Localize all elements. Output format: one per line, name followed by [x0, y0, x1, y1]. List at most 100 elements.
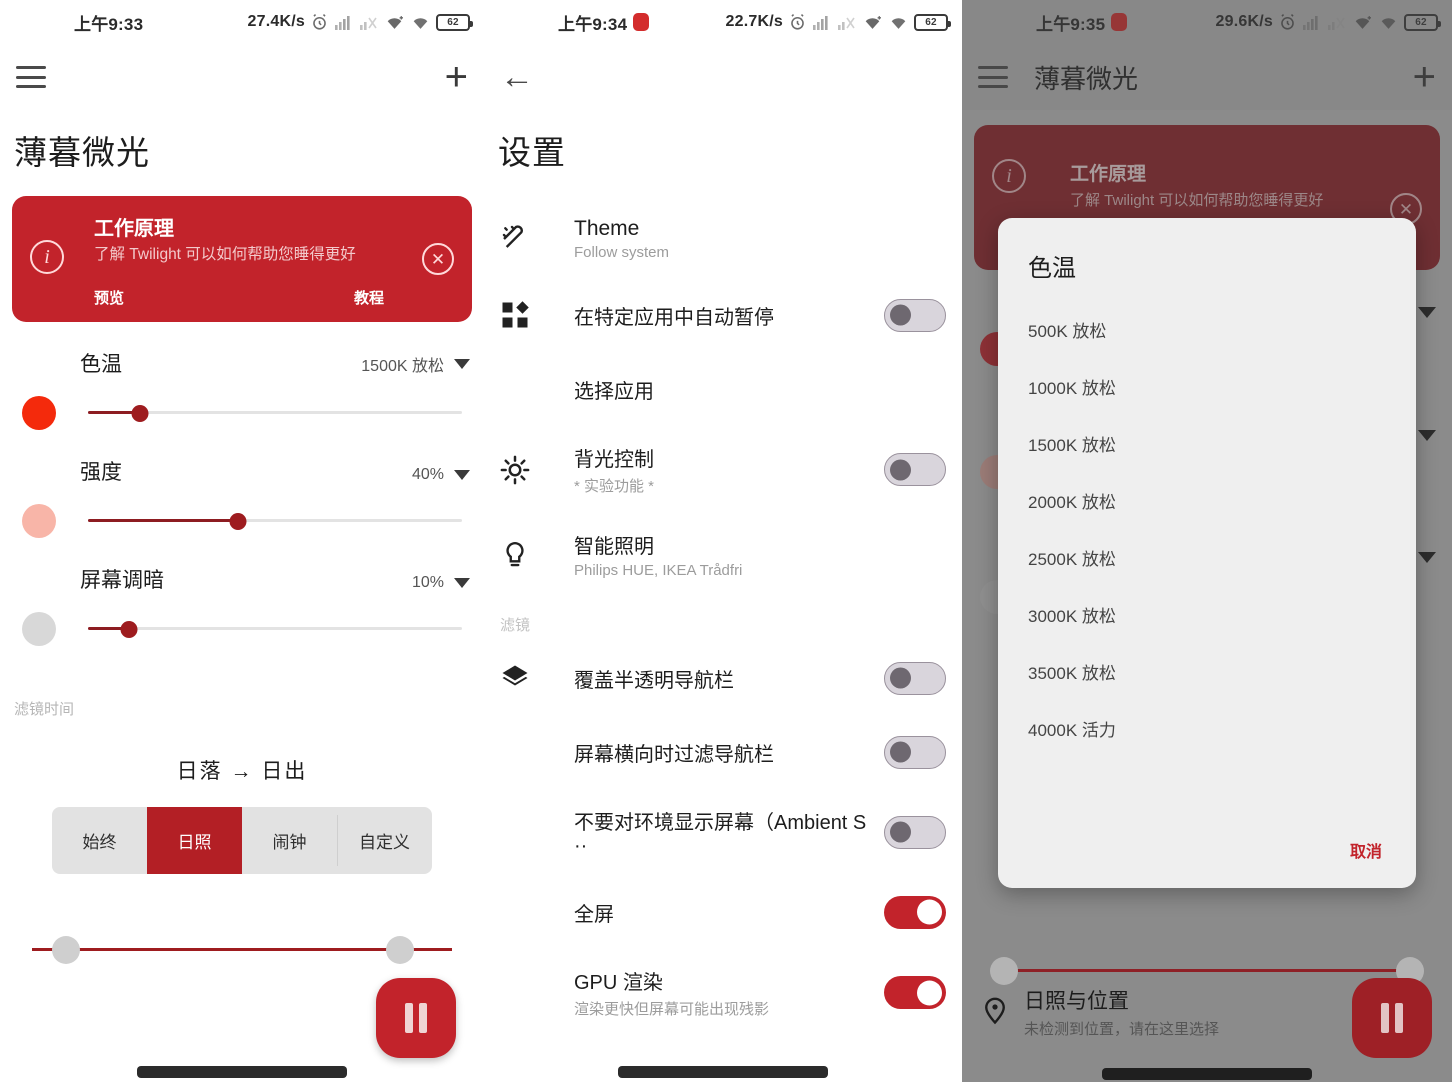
chevron-down-icon[interactable] — [454, 470, 470, 481]
slider-header: 屏幕调暗 10% — [14, 564, 470, 594]
sunlight-location-text: 日照与位置 未检测到位置，请在这里选择 — [1024, 985, 1219, 1039]
chevron-down-icon[interactable] — [454, 359, 470, 370]
network-speed: 27.4K/s — [247, 13, 305, 30]
settings-row-auto-pause[interactable]: 在特定应用中自动暂停 — [484, 278, 962, 352]
settings-row-select-apps[interactable]: 选择应用 — [484, 352, 962, 426]
toggle-fullscreen[interactable] — [884, 895, 946, 929]
status-bar: 上午9:34 22.7K/s 62 — [484, 0, 962, 44]
settings-row-subtitle: Follow system — [574, 244, 670, 261]
time-range-slider[interactable] — [14, 930, 470, 970]
app-bar: ← — [484, 44, 962, 110]
toggle-ambient-display[interactable] — [884, 815, 946, 849]
dialog-option-1000k[interactable]: 1000K 放松 — [998, 358, 1416, 415]
status-time: 上午9:34 — [558, 14, 628, 34]
status-time-group: 上午9:34 — [558, 10, 650, 35]
dialog-option-3000k[interactable]: 3000K 放松 — [998, 586, 1416, 643]
settings-list: Theme Follow system 在特定应用中自动暂停 选择应用 背光控制… — [484, 196, 962, 1036]
settings-row-fullscreen[interactable]: 全屏 — [484, 875, 962, 949]
slider-value-text: 40% — [411, 466, 444, 484]
three-panel-screenshot: 上午9:33 27.4K/s 62 + 薄暮微光 i 工作原理 了解 Twili… — [0, 0, 1452, 1082]
dialog-option-4000k[interactable]: 4000K 活力 — [998, 700, 1416, 757]
sunlight-location-subtitle: 未检测到位置，请在这里选择 — [1024, 1021, 1220, 1038]
slider-value[interactable]: 1500K 放松 — [361, 352, 470, 376]
settings-row-ambient-display[interactable]: 不要对环境显示屏幕（Ambient S ·· — [484, 789, 962, 875]
filter-mode-segments: 始终 日照 闹钟 自定义 — [52, 807, 432, 875]
status-icons: 27.4K/s 62 — [247, 13, 473, 32]
settings-row-title: 在特定应用中自动暂停 — [574, 306, 774, 329]
sunlight-location-title: 日照与位置 — [1024, 990, 1129, 1013]
slider-value[interactable]: 10% — [412, 574, 470, 592]
slider-value[interactable]: 40% — [412, 466, 470, 484]
status-bar: 上午9:33 27.4K/s 62 — [0, 0, 484, 44]
preview-button[interactable]: 预览 — [94, 287, 124, 308]
slider-thumb[interactable] — [120, 621, 138, 639]
settings-row-backlight-control[interactable]: 背光控制 * 实验功能 * — [484, 426, 962, 513]
page-title: 薄暮微光 — [14, 134, 150, 171]
slider-header: 色温 1500K 放松 — [14, 348, 470, 378]
settings-row-text: 智能照明 Philips HUE, IKEA Trådfri — [552, 530, 946, 579]
chevron-down-icon[interactable] — [454, 578, 470, 589]
segment-custom[interactable]: 自定义 — [337, 807, 432, 874]
slider-track[interactable] — [88, 507, 462, 535]
dialog-option-1500k[interactable]: 1500K 放松 — [998, 415, 1416, 472]
dialog-title: 色温 — [1028, 255, 1076, 282]
settings-row-smart-lighting[interactable]: 智能照明 Philips HUE, IKEA Trådfri — [484, 513, 962, 596]
toggle-overlay-navbar[interactable] — [884, 661, 946, 695]
pause-button[interactable] — [376, 978, 456, 1058]
slider-thumb[interactable] — [229, 513, 247, 531]
segment-alarm[interactable]: 闹钟 — [242, 807, 337, 874]
dialog-actions: 取消 — [998, 828, 1416, 888]
theme-icon — [500, 223, 552, 255]
range-knob-start[interactable] — [990, 957, 1018, 985]
plus-icon[interactable]: + — [445, 57, 468, 97]
settings-row-title: 不要对环境显示屏幕（Ambient S ·· — [574, 812, 867, 857]
info-card-subtitle: 了解 Twilight 可以如何帮助您睡得更好 — [94, 246, 356, 263]
settings-row-text: 背光控制 * 实验功能 * — [552, 443, 884, 496]
navigation-pill — [618, 1066, 828, 1078]
slider-row — [14, 612, 470, 647]
network-speed: 22.7K/s — [725, 13, 783, 30]
dialog-option-2500k[interactable]: 2500K 放松 — [998, 529, 1416, 586]
settings-row-title: 覆盖半透明导航栏 — [574, 669, 734, 692]
info-card[interactable]: i 工作原理 了解 Twilight 可以如何帮助您睡得更好 预览 教程 ✕ — [12, 196, 472, 323]
pause-button[interactable] — [1352, 978, 1432, 1058]
brightness-icon — [500, 455, 552, 485]
segment-always[interactable]: 始终 — [52, 807, 147, 874]
settings-row-landscape-filter[interactable]: 屏幕横向时过滤导航栏 — [484, 715, 962, 789]
segment-sunlight[interactable]: 日照 — [147, 807, 242, 875]
settings-row-title: 选择应用 — [574, 380, 654, 403]
track-background — [88, 627, 462, 631]
panel-settings: 上午9:34 22.7K/s 62 ← 设置 Theme Follow syst… — [484, 0, 962, 1082]
settings-row-text: 屏幕横向时过滤导航栏 — [552, 738, 884, 767]
apps-grid-icon — [500, 300, 552, 330]
dialog-option-3500k[interactable]: 3500K 放松 — [998, 643, 1416, 700]
info-card-body: 工作原理 了解 Twilight 可以如何帮助您睡得更好 预览 教程 — [78, 212, 454, 308]
dialog-option-2000k[interactable]: 2000K 放松 — [998, 472, 1416, 529]
close-icon[interactable]: ✕ — [422, 243, 454, 276]
app-bar: + — [0, 44, 484, 110]
tutorial-button[interactable]: 教程 — [354, 287, 384, 308]
battery-icon: 62 — [914, 13, 951, 31]
slider-value-text: 1500K 放松 — [361, 358, 444, 376]
slider-thumb[interactable] — [131, 405, 149, 423]
slider-color-temperature: 色温 1500K 放松 — [0, 348, 484, 431]
dialog-option-500k[interactable]: 500K 放松 — [998, 301, 1416, 358]
range-knob-start[interactable] — [52, 936, 80, 965]
slider-track[interactable] — [88, 399, 462, 427]
slider-track[interactable] — [88, 615, 462, 643]
toggle-gpu-render[interactable] — [884, 976, 946, 1009]
settings-row-theme[interactable]: Theme Follow system — [484, 200, 962, 278]
hamburger-icon[interactable] — [16, 66, 46, 88]
toggle-backlight-control[interactable] — [884, 453, 946, 486]
settings-row-text: 全屏 — [552, 898, 884, 927]
settings-row-overlay-navbar[interactable]: 覆盖半透明导航栏 — [484, 641, 962, 715]
cancel-button[interactable]: 取消 — [1350, 838, 1382, 862]
signal-bars-icon — [812, 14, 832, 30]
toggle-auto-pause[interactable] — [884, 298, 946, 332]
back-arrow-icon[interactable]: ← — [500, 60, 534, 94]
toggle-landscape-filter[interactable] — [884, 735, 946, 769]
range-knob-end[interactable] — [386, 936, 414, 965]
signal-bars-2-icon — [837, 14, 857, 30]
dialog-options-list: 500K 放松 1000K 放松 1500K 放松 2000K 放松 2500K… — [998, 301, 1416, 828]
settings-row-gpu-render[interactable]: GPU 渲染 渲染更快但屏幕可能出现残影 — [484, 949, 962, 1036]
